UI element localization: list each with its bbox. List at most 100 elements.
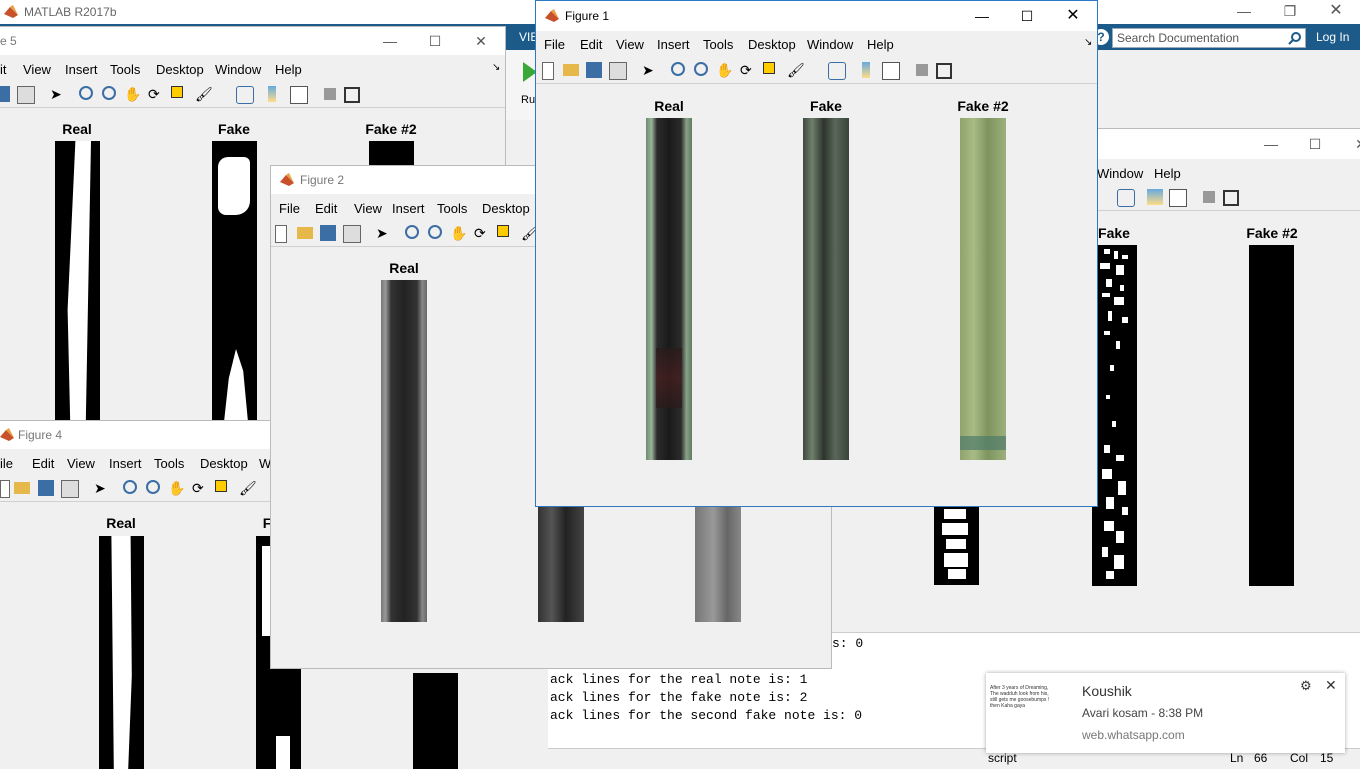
menu-insert[interactable]: Insert (65, 62, 98, 77)
menu-desktop[interactable]: Desktop (748, 37, 796, 52)
brush-icon[interactable]: 🖌 (195, 86, 213, 102)
menu-desktop[interactable]: Desktop (482, 201, 530, 216)
brush-icon[interactable]: 🖌 (239, 480, 257, 496)
pointer-icon[interactable]: ➤ (50, 86, 66, 102)
menu-edit[interactable]: Edit (580, 37, 602, 52)
zoom-in-icon[interactable] (79, 86, 93, 100)
print-icon[interactable] (343, 225, 361, 243)
zoom-out-icon[interactable] (146, 480, 160, 494)
menu-tools[interactable]: Tools (154, 456, 184, 471)
menu-tools[interactable]: Tools (437, 201, 467, 216)
menu-insert[interactable]: Insert (392, 201, 425, 216)
figure3-minimize-icon[interactable]: — (1261, 134, 1281, 154)
menu-edit[interactable]: it (0, 62, 7, 77)
menu-tools[interactable]: Tools (110, 62, 140, 77)
menu-file[interactable]: ile (0, 456, 13, 471)
figure3-maximize-icon[interactable]: ☐ (1305, 134, 1325, 154)
pointer-icon[interactable]: ➤ (94, 480, 110, 496)
rotate-icon[interactable]: ⟳ (148, 86, 164, 102)
dock-arrow-icon[interactable]: ↘ (492, 62, 500, 73)
hide-plot-tools-icon[interactable] (324, 88, 336, 100)
menu-insert[interactable]: Insert (109, 456, 142, 471)
save-icon[interactable] (320, 225, 336, 241)
zoom-out-icon[interactable] (428, 225, 442, 239)
figure1-close-icon[interactable]: ✕ (1063, 6, 1083, 26)
hide-plot-tools-icon[interactable] (1203, 191, 1215, 203)
figure5-close-icon[interactable]: ✕ (471, 31, 491, 51)
save-icon[interactable] (586, 62, 602, 78)
figure1-maximize-icon[interactable]: ☐ (1017, 6, 1037, 26)
print-icon[interactable] (61, 480, 79, 498)
figure1-minimize-icon[interactable]: — (972, 6, 992, 26)
gear-icon[interactable]: ⚙ (1300, 678, 1312, 694)
pan-icon[interactable]: ✋ (716, 62, 733, 78)
pointer-icon[interactable]: ➤ (642, 62, 658, 78)
link-icon[interactable] (236, 86, 254, 104)
new-figure-icon[interactable] (0, 480, 10, 498)
link-icon[interactable] (828, 62, 846, 80)
show-plot-tools-icon[interactable] (1223, 190, 1239, 206)
menu-file[interactable]: File (544, 37, 565, 52)
data-cursor-icon[interactable] (215, 480, 227, 492)
dock-arrow-icon[interactable]: ↘ (1084, 37, 1092, 48)
notification-close-icon[interactable]: ✕ (1325, 677, 1337, 694)
menu-file[interactable]: File (279, 201, 300, 216)
data-cursor-icon[interactable] (763, 62, 775, 74)
menu-view[interactable]: View (616, 37, 644, 52)
show-plot-tools-icon[interactable] (344, 87, 360, 103)
save-icon[interactable] (38, 480, 54, 496)
menu-insert[interactable]: Insert (657, 37, 690, 52)
print-icon[interactable] (17, 86, 35, 104)
zoom-in-icon[interactable] (671, 62, 685, 76)
save-icon[interactable] (0, 86, 10, 102)
link-icon[interactable] (1117, 189, 1135, 207)
menu-window[interactable]: Window (1097, 166, 1143, 181)
menu-edit[interactable]: Edit (315, 201, 337, 216)
matlab-minimize-icon[interactable]: — (1234, 1, 1254, 21)
colorbar-icon[interactable] (862, 62, 870, 78)
matlab-restore-icon[interactable]: ❐ (1280, 1, 1300, 21)
data-cursor-icon[interactable] (171, 86, 183, 98)
zoom-in-icon[interactable] (405, 225, 419, 239)
colorbar-icon[interactable] (1147, 189, 1163, 205)
new-figure-icon[interactable] (275, 225, 287, 243)
zoom-out-icon[interactable] (102, 86, 116, 100)
legend-icon[interactable] (1169, 189, 1187, 207)
pan-icon[interactable]: ✋ (450, 225, 467, 241)
search-icon[interactable] (1288, 31, 1302, 45)
menu-help[interactable]: Help (275, 62, 302, 77)
login-button[interactable]: Log In (1316, 30, 1349, 44)
rotate-icon[interactable]: ⟳ (192, 480, 208, 496)
new-figure-icon[interactable] (542, 62, 554, 80)
legend-icon[interactable] (882, 62, 900, 80)
menu-view[interactable]: View (23, 62, 51, 77)
menu-view[interactable]: View (67, 456, 95, 471)
figure5-minimize-icon[interactable]: — (380, 31, 400, 51)
brush-icon[interactable]: 🖌 (787, 62, 805, 78)
menu-view[interactable]: View (354, 201, 382, 216)
legend-icon[interactable] (290, 86, 308, 104)
open-icon[interactable] (563, 64, 579, 76)
menu-window[interactable]: Window (807, 37, 853, 52)
whatsapp-notification[interactable]: After 3 years of Dreaming, The wadduh lo… (986, 673, 1345, 753)
open-icon[interactable] (14, 482, 30, 494)
rotate-icon[interactable]: ⟳ (740, 62, 756, 78)
search-input[interactable]: Search Documentation (1117, 31, 1239, 45)
pan-icon[interactable]: ✋ (168, 480, 185, 496)
show-plot-tools-icon[interactable] (936, 63, 952, 79)
data-cursor-icon[interactable] (497, 225, 509, 237)
matlab-close-icon[interactable]: ✕ (1326, 1, 1346, 21)
print-icon[interactable] (609, 62, 627, 80)
colorbar-icon[interactable] (268, 86, 276, 102)
pan-icon[interactable]: ✋ (124, 86, 141, 102)
run-label[interactable]: Ru (521, 94, 535, 106)
menu-tools[interactable]: Tools (703, 37, 733, 52)
menu-window[interactable]: Window (215, 62, 261, 77)
rotate-icon[interactable]: ⟳ (474, 225, 490, 241)
zoom-out-icon[interactable] (694, 62, 708, 76)
menu-desktop[interactable]: Desktop (156, 62, 204, 77)
search-documentation-box[interactable]: Search Documentation (1112, 28, 1306, 48)
menu-help[interactable]: Help (867, 37, 894, 52)
open-icon[interactable] (297, 227, 313, 239)
menu-desktop[interactable]: Desktop (200, 456, 248, 471)
